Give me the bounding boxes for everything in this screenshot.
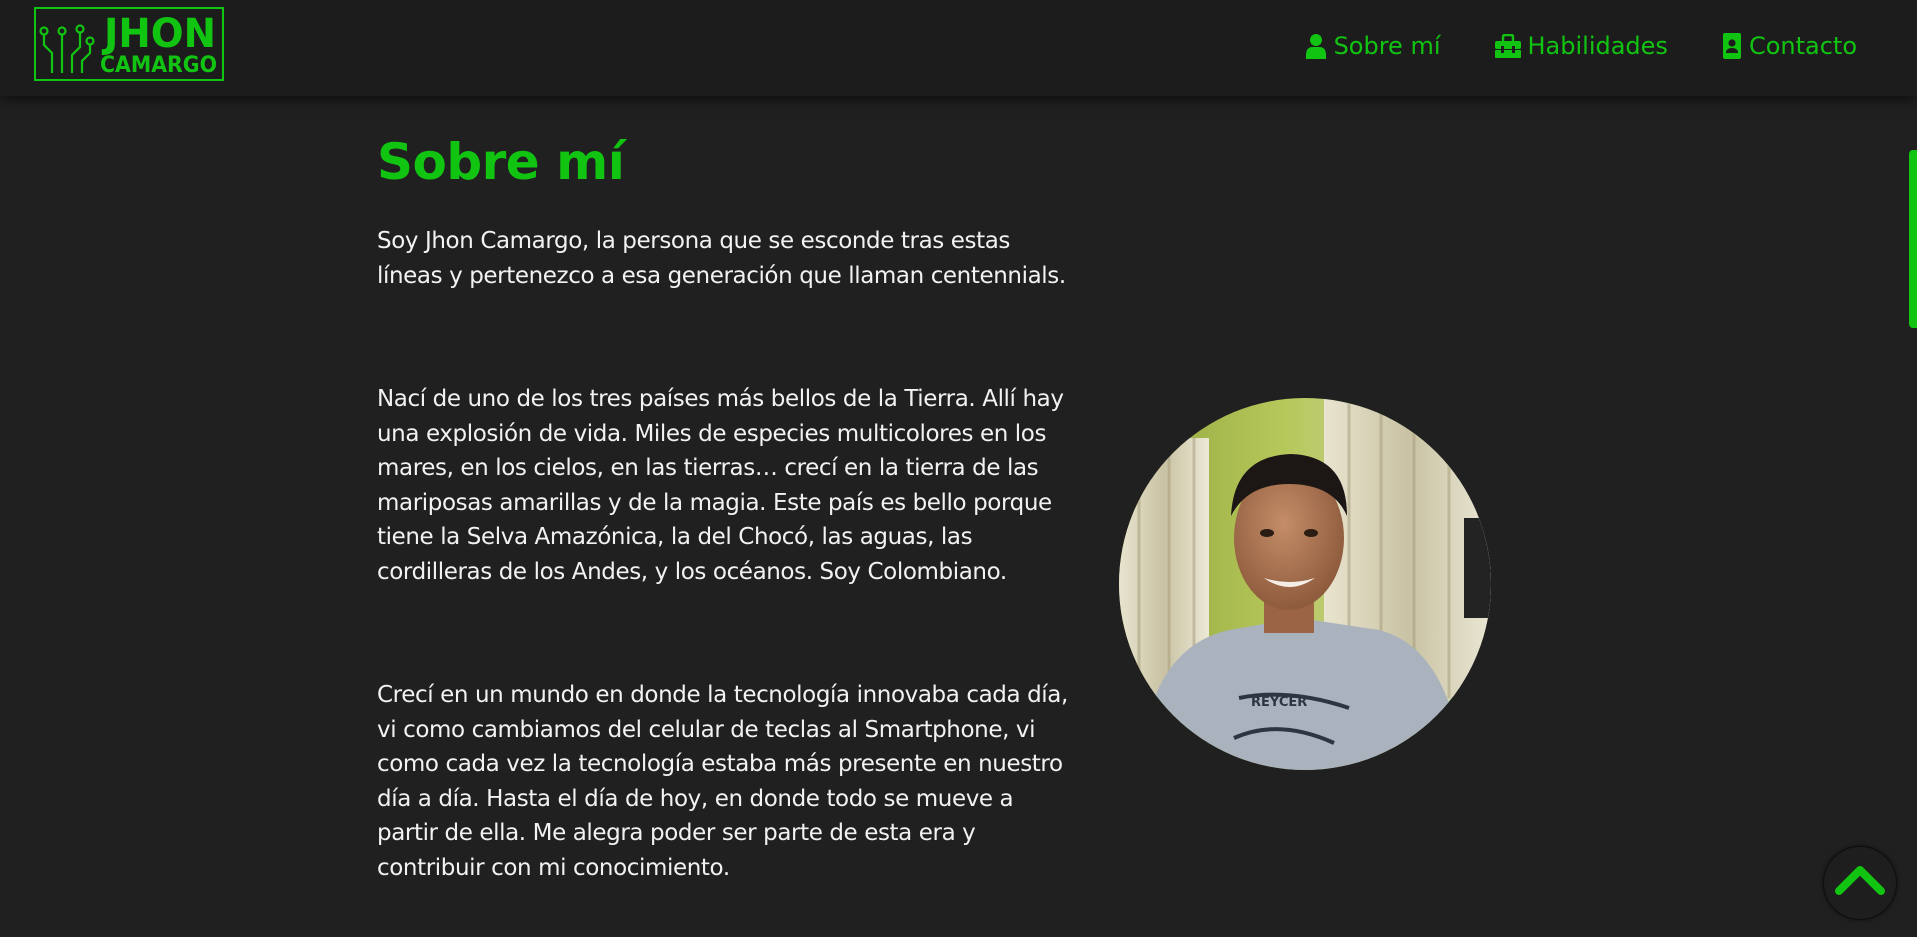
nav-item-habilidades[interactable]: Habilidades	[1494, 32, 1668, 60]
main-nav: Sobre mí Habilidades Contacto	[1251, 32, 1857, 60]
chevron-up-icon	[1835, 866, 1885, 895]
toolbox-icon	[1494, 34, 1521, 58]
nav-label: Contacto	[1748, 32, 1857, 60]
about-paragraph-3: Crecí en un mundo en donde la tecnología…	[377, 682, 1068, 881]
about-paragraph-2: Nací de uno de los tres países más bello…	[377, 386, 1064, 585]
nav-label: Sobre mí	[1333, 32, 1441, 60]
logo-line1: JHON	[101, 11, 216, 57]
contact-card-icon	[1722, 33, 1741, 59]
profile-photo-illustration: REYCER	[1119, 398, 1491, 770]
back-to-top-button[interactable]	[1823, 846, 1897, 920]
nav-item-sobre-mi[interactable]: Sobre mí	[1305, 32, 1441, 60]
circuit-logo-icon: JHON CAMARGO	[39, 11, 217, 78]
user-icon	[1305, 34, 1326, 59]
photo-shirt-text: REYCER	[1251, 695, 1307, 710]
scrollbar-thumb[interactable]	[1909, 150, 1917, 328]
nav-item-contacto[interactable]: Contacto	[1722, 32, 1857, 60]
nav-label: Habilidades	[1527, 32, 1668, 60]
logo-line2: CAMARGO	[100, 53, 217, 78]
site-header: JHON CAMARGO Sobre mí Habilidades Contac…	[0, 0, 1917, 96]
profile-photo: REYCER	[1119, 398, 1491, 770]
site-logo[interactable]: JHON CAMARGO	[34, 7, 224, 81]
section-title: Sobre mí	[377, 133, 625, 191]
about-paragraph-1: Soy Jhon Camargo, la persona que se esco…	[377, 228, 1066, 289]
